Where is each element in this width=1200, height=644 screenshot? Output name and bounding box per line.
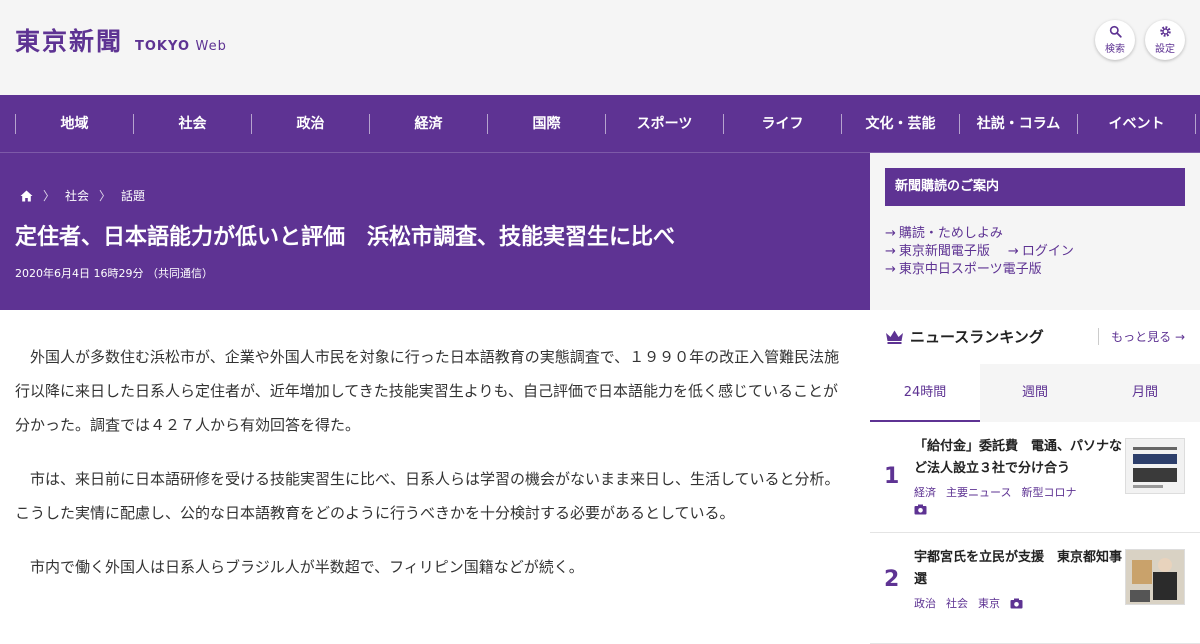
login-link-label: ログイン — [1021, 244, 1074, 259]
main-nav: 地域 社会 政治 経済 国際 スポーツ ライフ 文化・芸能 社説・コラム イベン… — [0, 95, 1200, 153]
more-link[interactable]: もっと見る → — [1098, 328, 1185, 345]
tag-economy[interactable]: 経済 — [914, 484, 936, 500]
ranking-title: ニュースランキング — [910, 328, 1044, 346]
sports-edition-link[interactable]: → 東京中日スポーツ電子版 — [885, 261, 1042, 279]
nav-item-sports[interactable]: スポーツ — [605, 113, 723, 134]
ranking-item-title[interactable]: 宇都宮氏を立民が支援 東京都知事選 — [914, 547, 1124, 591]
ranking-item[interactable]: 2 宇都宮氏を立民が支援 東京都知事選 政治 社会 東京 — [870, 533, 1200, 644]
site-logo[interactable]: 東京新聞 TOKYO Web — [15, 22, 227, 58]
news-ranking: ニュースランキング もっと見る → 24時間 週間 月間 1 「給付金」委託費 … — [870, 310, 1200, 644]
rank-number: 1 — [884, 464, 900, 489]
camera-icon — [1010, 598, 1023, 608]
article-body: 外国人が多数住む浜松市が、企業や外国人市民を対象に行った日本語教育の実態調査で、… — [15, 340, 853, 604]
crown-icon — [886, 330, 903, 344]
article-paragraph: 外国人が多数住む浜松市が、企業や外国人市民を対象に行った日本語教育の実態調査で、… — [15, 348, 840, 434]
subscribe-link-label: 購読・ためしよみ — [898, 226, 1003, 241]
page-title: 定住者、日本語能力が低いと評価 浜松市調査、技能実習生に比べ — [15, 225, 676, 250]
article-header: 〉 社会 〉 話題 定住者、日本語能力が低いと評価 浜松市調査、技能実習生に比べ… — [0, 153, 870, 310]
article-paragraph: 市内で働く外国人は日系人らブラジル人が半数超で、フィリピン国籍などが続く。 — [15, 558, 584, 576]
settings-button[interactable]: 設定 — [1145, 20, 1185, 60]
tab-weekly[interactable]: 週間 — [980, 364, 1090, 422]
logo-japanese: 東京新聞 — [15, 27, 124, 56]
tag-top-news[interactable]: 主要ニュース — [946, 484, 1011, 500]
nav-item-economy[interactable]: 経済 — [369, 113, 487, 134]
camera-icon — [914, 504, 927, 515]
subscribe-link[interactable]: → 購読・ためしよみ — [885, 225, 1003, 243]
article-paragraph: 市は、来日前に日本語研修を受ける技能実習生に比べ、日系人らは学習の機会がないまま… — [15, 470, 840, 522]
tag-covid[interactable]: 新型コロナ — [1021, 484, 1076, 500]
tab-24h[interactable]: 24時間 — [870, 364, 980, 422]
sports-edition-link-label: 東京中日スポーツ電子版 — [898, 262, 1042, 277]
breadcrumb: 〉 社会 〉 話題 — [20, 187, 145, 204]
logo-english: TOKYO Web — [135, 39, 227, 54]
chevron-right-icon: 〉 — [43, 189, 56, 203]
arrow-right-icon: → — [885, 244, 896, 259]
ranking-item-title[interactable]: 「給付金」委託費 電通、パソナなど法人設立３社で分け合う — [914, 436, 1124, 480]
settings-label: 設定 — [1155, 44, 1175, 55]
logo-english-bold: TOKYO — [135, 39, 191, 54]
nav-item-editorial[interactable]: 社説・コラム — [959, 113, 1077, 134]
logo-english-light: Web — [195, 39, 227, 54]
sidebar: 新聞購読のご案内 → 購読・ためしよみ → 東京新聞電子版 → ログイン → 東京中日ス… — [870, 153, 1200, 644]
chevron-right-icon: 〉 — [99, 189, 112, 203]
ranking-item[interactable]: 1 「給付金」委託費 電通、パソナなど法人設立３社で分け合う 経済 主要ニュース… — [870, 422, 1200, 533]
search-button[interactable]: 検索 — [1095, 20, 1135, 60]
tag-society[interactable]: 社会 — [946, 595, 968, 611]
digital-edition-link-label: 東京新聞電子版 — [898, 244, 990, 259]
thumbnail-image[interactable] — [1125, 438, 1185, 494]
site-header: 東京新聞 TOKYO Web 検索 設定 — [0, 0, 1200, 95]
tag-politics[interactable]: 政治 — [914, 595, 936, 611]
tab-monthly[interactable]: 月間 — [1090, 364, 1200, 422]
arrow-right-icon: → — [885, 262, 896, 277]
search-label: 検索 — [1105, 44, 1125, 55]
ranking-item-tags: 経済 主要ニュース 新型コロナ — [914, 484, 1086, 500]
gear-icon — [1159, 26, 1171, 37]
nav-item-events[interactable]: イベント — [1077, 113, 1196, 134]
digital-edition-link[interactable]: → 東京新聞電子版 — [885, 243, 990, 261]
breadcrumb-item-society[interactable]: 社会 — [65, 187, 89, 204]
nav-item-politics[interactable]: 政治 — [251, 113, 369, 134]
arrow-right-icon: → — [885, 226, 896, 241]
article-date: 2020年6月4日 16時29分 （共同通信） — [15, 267, 213, 280]
search-icon — [1109, 25, 1122, 38]
ranking-item-tags: 政治 社会 東京 — [914, 595, 1023, 611]
ranking-header: ニュースランキング — [885, 326, 1044, 347]
nav-item-international[interactable]: 国際 — [487, 113, 605, 134]
home-icon[interactable] — [20, 190, 33, 202]
subscription-heading: 新聞購読のご案内 — [885, 168, 1185, 206]
nav-item-life[interactable]: ライフ — [723, 113, 841, 134]
nav-item-culture[interactable]: 文化・芸能 — [841, 113, 959, 134]
nav-item-society[interactable]: 社会 — [133, 113, 251, 134]
more-link-label: もっと見る — [1111, 330, 1172, 344]
subscription-links: → 購読・ためしよみ → 東京新聞電子版 → ログイン → 東京中日スポーツ電子版 — [885, 225, 1092, 279]
breadcrumb-item-topic[interactable]: 話題 — [121, 187, 145, 204]
thumbnail-image[interactable] — [1125, 549, 1185, 605]
arrow-right-icon: → — [1174, 330, 1185, 344]
nav-item-region[interactable]: 地域 — [15, 113, 133, 134]
arrow-right-icon: → — [1007, 244, 1019, 259]
login-link[interactable]: → ログイン — [1008, 243, 1074, 261]
rank-number: 2 — [884, 567, 900, 592]
tag-tokyo[interactable]: 東京 — [978, 595, 1000, 611]
ranking-tabs: 24時間 週間 月間 — [870, 364, 1200, 422]
